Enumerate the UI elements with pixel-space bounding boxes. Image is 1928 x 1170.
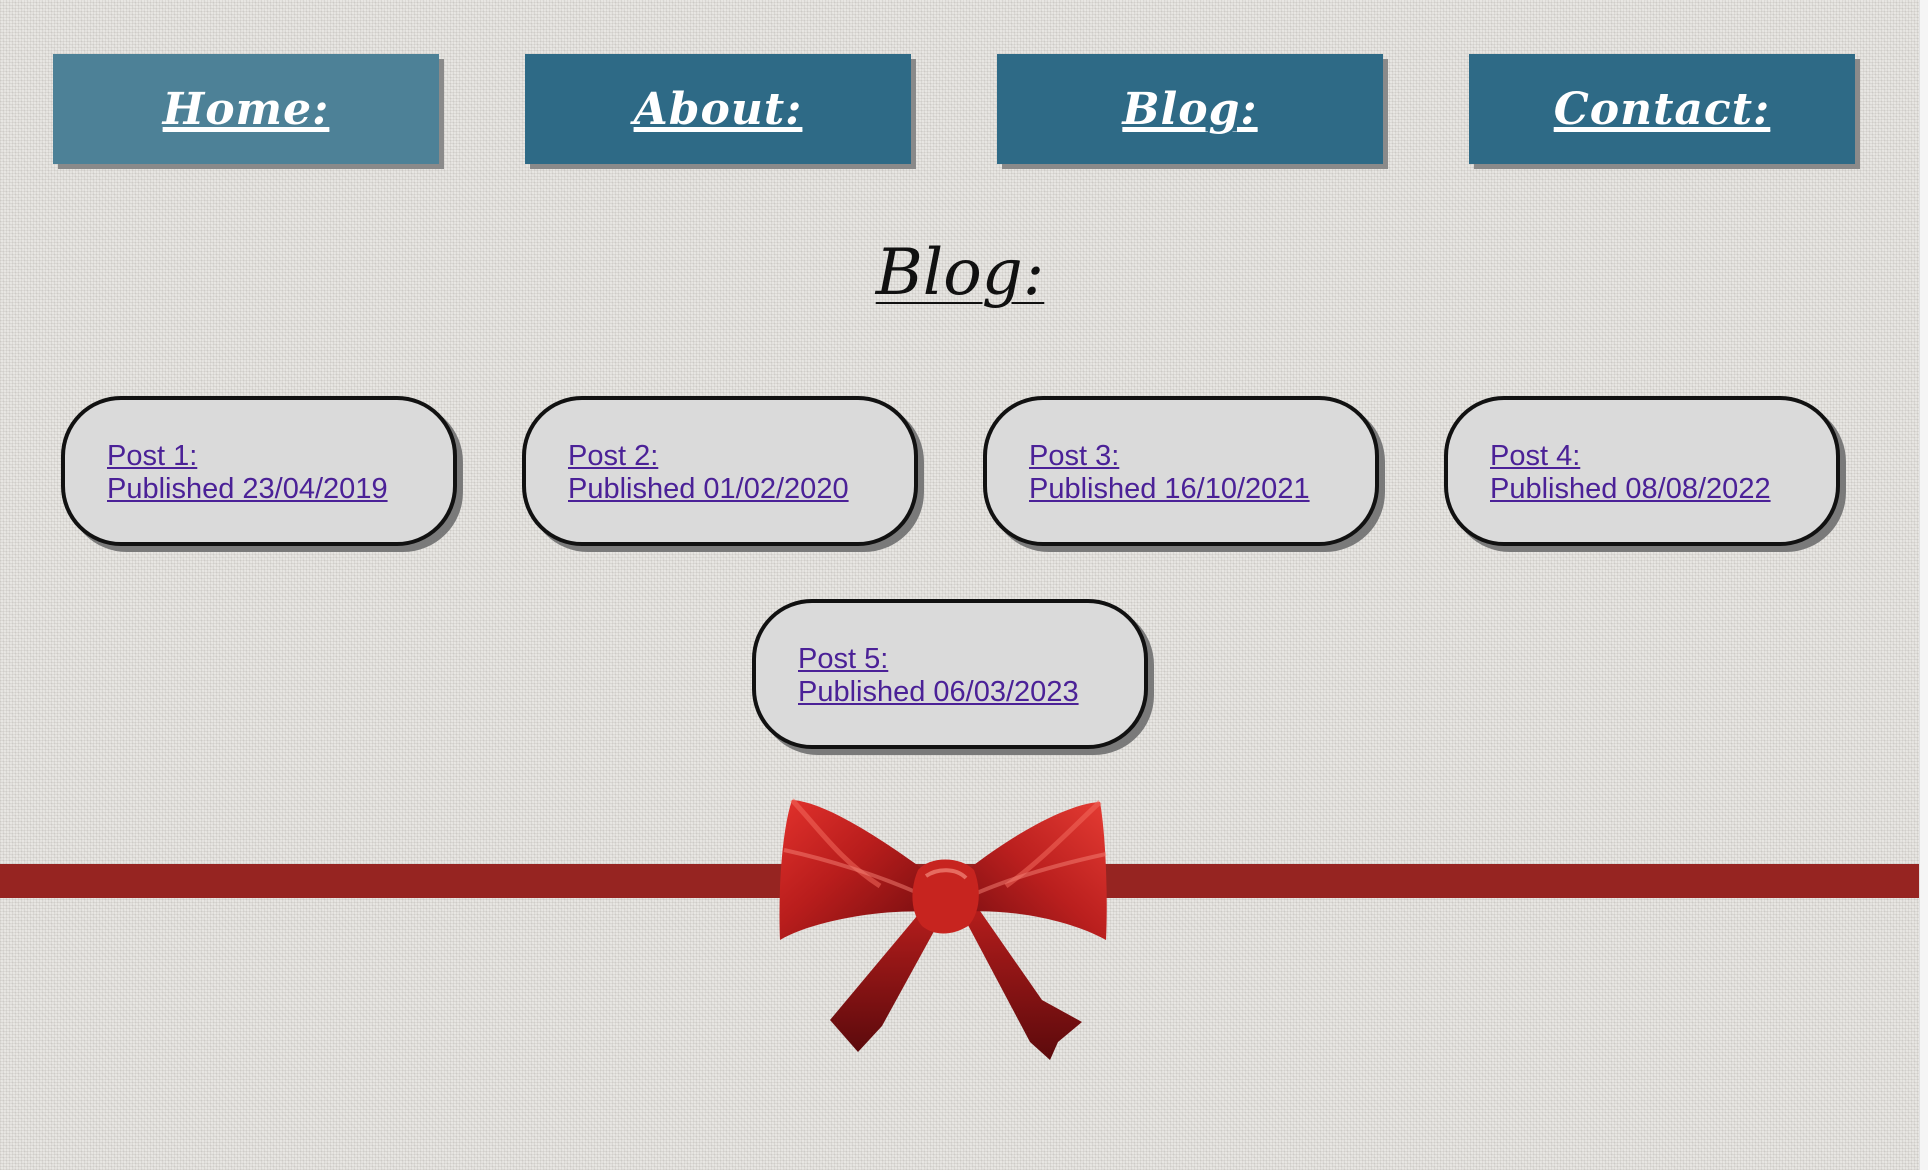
post-link-3[interactable]: Post 3: Published 16/10/2021 xyxy=(1029,440,1375,506)
scrollbar-gutter xyxy=(1919,0,1928,1170)
nav-contact-button[interactable]: Contact: xyxy=(1469,54,1855,164)
nav-blog-button[interactable]: Blog: xyxy=(997,54,1383,164)
post-card-3[interactable]: Post 3: Published 16/10/2021 xyxy=(983,396,1379,546)
nav-about-label: About: xyxy=(633,83,803,135)
red-bow-icon xyxy=(779,798,1107,1060)
post-title: Post 4: xyxy=(1490,440,1581,472)
post-title: Post 2: xyxy=(568,440,659,472)
post-title: Post 5: xyxy=(798,643,889,675)
nav-contact-label: Contact: xyxy=(1553,83,1771,135)
post-card-2[interactable]: Post 2: Published 01/02/2020 xyxy=(522,396,918,546)
page-title-text: Blog: xyxy=(875,236,1045,310)
post-title: Post 1: xyxy=(107,440,198,472)
page-viewport: Home: About: Blog: Contact: Blog: Post 1… xyxy=(0,0,1920,1170)
nav-home-button[interactable]: Home: xyxy=(53,54,439,164)
post-card-1[interactable]: Post 1: Published 23/04/2019 xyxy=(61,396,457,546)
post-date: Published 08/08/2022 xyxy=(1490,473,1771,505)
post-date: Published 16/10/2021 xyxy=(1029,473,1310,505)
post-date: Published 23/04/2019 xyxy=(107,473,388,505)
nav-home-label: Home: xyxy=(162,83,330,135)
post-link-5[interactable]: Post 5: Published 06/03/2023 xyxy=(798,643,1144,709)
nav-about-button[interactable]: About: xyxy=(525,54,911,164)
post-date: Published 01/02/2020 xyxy=(568,473,849,505)
post-card-4[interactable]: Post 4: Published 08/08/2022 xyxy=(1444,396,1840,546)
post-card-5[interactable]: Post 5: Published 06/03/2023 xyxy=(752,599,1148,749)
post-link-4[interactable]: Post 4: Published 08/08/2022 xyxy=(1490,440,1836,506)
post-date: Published 06/03/2023 xyxy=(798,676,1079,708)
page-title: Blog: xyxy=(0,236,1920,310)
post-link-1[interactable]: Post 1: Published 23/04/2019 xyxy=(107,440,453,506)
post-title: Post 3: xyxy=(1029,440,1120,472)
post-link-2[interactable]: Post 2: Published 01/02/2020 xyxy=(568,440,914,506)
nav-blog-label: Blog: xyxy=(1122,83,1258,135)
